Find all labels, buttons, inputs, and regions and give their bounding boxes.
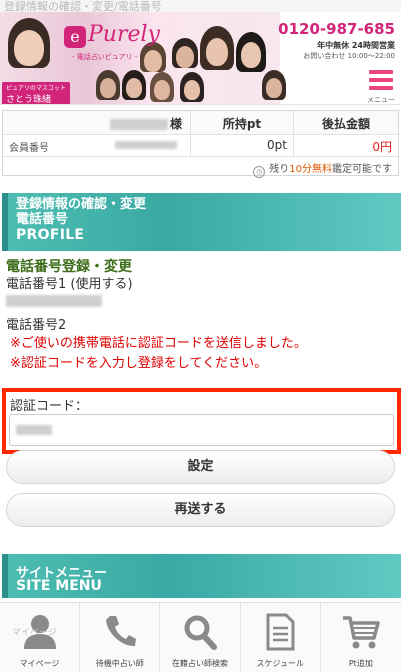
site-menu-title-en: SITE MENU	[16, 578, 102, 594]
account-header-row: 様 所持pt 後払金額	[3, 111, 398, 135]
profile-title-en: PROFILE	[16, 227, 85, 243]
phone-registration-content: 電話番号登録・変更 電話番号1 (使用する) 電話番号2 ※ご使いの携帯電話に認…	[6, 258, 396, 374]
points-value: 0pt	[267, 138, 287, 152]
cart-icon	[342, 616, 380, 649]
phone-icon	[105, 616, 136, 647]
tab-add-points[interactable]: Pt追加	[321, 603, 401, 672]
hamburger-icon	[369, 70, 393, 74]
phone2-label: 電話番号2	[6, 318, 67, 333]
mascot-name-tag: ピュアリのマスコット さとう珠緒	[2, 82, 70, 105]
logo-subtitle: - 電話占いピュアリ -	[72, 53, 138, 61]
phone-number[interactable]: 0120-987-685	[278, 20, 395, 38]
business-hours: 年中無休 24時間営業	[317, 41, 395, 50]
points-header: 所持pt	[222, 117, 262, 131]
tab-label: 待機中占い師	[95, 659, 144, 668]
tab-mypage[interactable]: マイページ マイページ	[0, 603, 81, 672]
notice-code-sent: ※ご使いの携帯電話に認証コードを送信しました。	[10, 336, 307, 351]
document-icon	[266, 613, 295, 651]
phone1-label: 電話番号1 (使用する)	[6, 277, 133, 292]
content-subtitle: 電話番号登録・変更	[6, 259, 132, 275]
logo-text: Purely	[88, 22, 160, 47]
account-value-row: 会員番号 0pt 0円	[3, 135, 398, 157]
tab-search-tellers[interactable]: 在籍占い師検索	[160, 603, 241, 672]
user-name: 様	[109, 115, 182, 132]
header-banner: e Purely - 電話占いピュアリ - ピュアリのマスコット さとう珠緒 0…	[0, 12, 401, 105]
account-summary-table: 様 所持pt 後払金額 会員番号 0pt 0円 ◷ 残り10分無料鑑定可能です	[2, 110, 399, 178]
verification-code-box: 認証コード：	[2, 388, 401, 454]
redacted-name	[109, 119, 168, 130]
profile-section-header: 登録情報の確認・変更 電話番号 PROFILE	[2, 193, 401, 251]
mascot-tagline: ピュアリのマスコット	[6, 85, 66, 92]
redacted-code-value	[16, 424, 52, 435]
menu-button[interactable]: メニュー	[365, 68, 397, 104]
tab-label: マイページ	[19, 659, 60, 668]
free-minutes-note: ◷ 残り10分無料鑑定可能です	[253, 160, 392, 178]
redacted-member-number	[115, 141, 177, 149]
tab-label: スケジュール	[256, 659, 304, 668]
verification-code-input[interactable]	[9, 414, 394, 446]
submit-button[interactable]: 設定	[6, 450, 395, 484]
unpaid-header: 後払金額	[321, 117, 370, 131]
notice-enter-code: ※認証コードを入力し登録をしてください。	[10, 356, 268, 371]
purely-logo[interactable]: e Purely - 電話占いピュアリ -	[64, 22, 184, 62]
verification-code-label: 認証コード：	[10, 399, 89, 414]
search-icon	[184, 615, 217, 650]
resend-button[interactable]: 再送する	[6, 493, 395, 527]
profile-title: 登録情報の確認・変更	[16, 197, 147, 212]
tab-label: Pt追加	[348, 659, 373, 668]
contact-hours: お問い合わせ 10:00～22:00	[303, 52, 395, 60]
clock-icon: ◷	[253, 166, 266, 178]
profile-subtitle: 電話番号	[16, 212, 69, 227]
site-menu-header: サイトメニュー SITE MENU	[2, 554, 401, 598]
tab-waiting-tellers[interactable]: 待機中占い師	[80, 603, 161, 672]
bottom-tab-bar: マイページ マイページ 待機中占い師 在籍占い師検索 スケジュール Pt追加	[0, 602, 401, 672]
mypage-ghost-label: マイページ	[12, 628, 57, 638]
menu-label: メニュー	[367, 96, 395, 104]
logo-badge-icon: e	[64, 26, 86, 48]
tab-label: 在籍占い師検索	[171, 659, 228, 668]
unpaid-value: 0円	[372, 140, 392, 154]
tab-schedule[interactable]: スケジュール	[241, 603, 321, 672]
member-number-label: 会員番号	[9, 143, 49, 154]
mascot-name: さとう珠緒	[6, 95, 52, 105]
redacted-phone1	[6, 295, 102, 307]
